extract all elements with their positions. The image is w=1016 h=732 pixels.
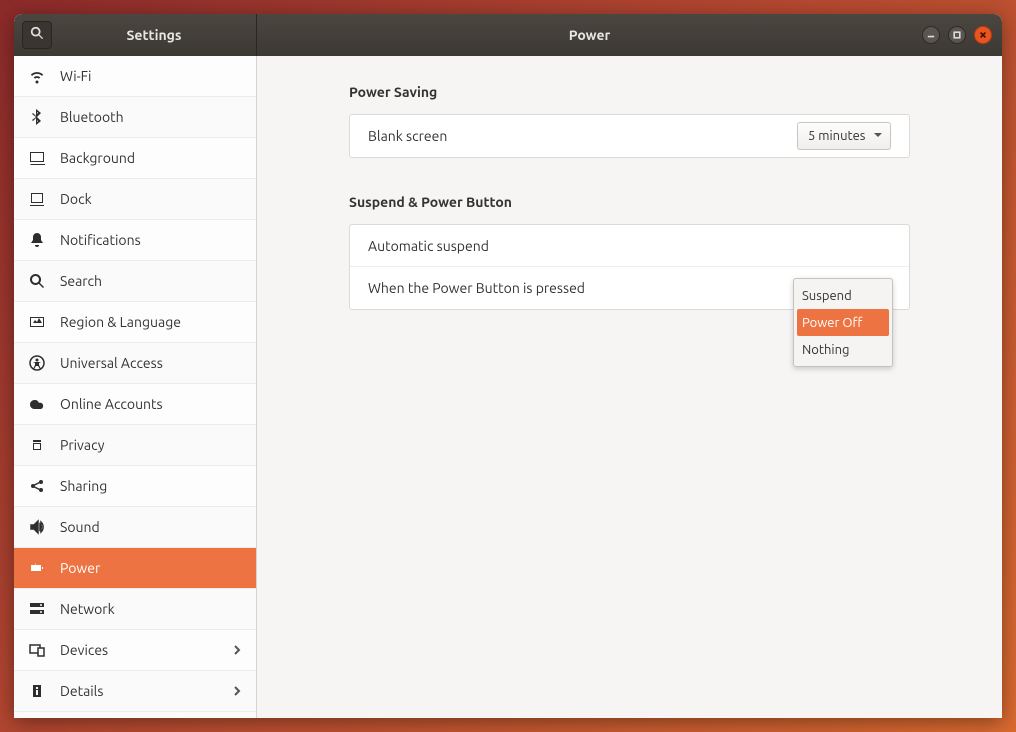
search-icon bbox=[30, 26, 44, 44]
titlebar: Settings Power bbox=[14, 14, 1002, 56]
menu-item-label: Power Off bbox=[802, 316, 862, 330]
battery-icon bbox=[28, 559, 46, 577]
sidebar-item-label: Dock bbox=[60, 191, 92, 207]
minimize-button[interactable] bbox=[922, 26, 940, 44]
background-icon bbox=[28, 149, 46, 167]
blank-screen-dropdown[interactable]: 5 minutes bbox=[797, 122, 891, 150]
chevron-right-icon bbox=[232, 642, 242, 658]
bell-icon bbox=[28, 231, 46, 249]
sidebar-item-network[interactable]: Network bbox=[14, 589, 256, 630]
sidebar-item-bluetooth[interactable]: Bluetooth bbox=[14, 97, 256, 138]
devices-icon bbox=[28, 641, 46, 659]
sidebar: Wi-Fi Bluetooth Background Dock Notifica… bbox=[14, 56, 257, 718]
sidebar-item-label: Bluetooth bbox=[60, 109, 124, 125]
menu-item-label: Suspend bbox=[802, 289, 852, 303]
sidebar-item-label: Universal Access bbox=[60, 355, 163, 371]
accessibility-icon bbox=[28, 354, 46, 372]
sidebar-item-sharing[interactable]: Sharing bbox=[14, 466, 256, 507]
speaker-icon bbox=[28, 518, 46, 536]
share-icon bbox=[28, 477, 46, 495]
row-label: Automatic suspend bbox=[368, 238, 891, 254]
chevron-down-icon bbox=[873, 129, 883, 143]
row-blank-screen[interactable]: Blank screen 5 minutes bbox=[350, 115, 909, 157]
sidebar-item-universal-access[interactable]: Universal Access bbox=[14, 343, 256, 384]
sidebar-item-label: Wi-Fi bbox=[60, 68, 91, 84]
sidebar-item-wifi[interactable]: Wi-Fi bbox=[14, 56, 256, 97]
sidebar-item-label: Region & Language bbox=[60, 314, 181, 330]
titlebar-main-section: Power bbox=[257, 14, 1002, 56]
maximize-button[interactable] bbox=[948, 26, 966, 44]
privacy-icon bbox=[28, 436, 46, 454]
sidebar-item-power[interactable]: Power bbox=[14, 548, 256, 589]
sidebar-item-label: Background bbox=[60, 150, 135, 166]
sidebar-item-background[interactable]: Background bbox=[14, 138, 256, 179]
menu-item-label: Nothing bbox=[802, 343, 849, 357]
sidebar-item-privacy[interactable]: Privacy bbox=[14, 425, 256, 466]
titlebar-sidebar-section: Settings bbox=[14, 14, 257, 56]
bluetooth-icon bbox=[28, 108, 46, 126]
app-title: Settings bbox=[52, 27, 256, 43]
search-button[interactable] bbox=[22, 21, 52, 49]
row-automatic-suspend[interactable]: Automatic suspend bbox=[350, 225, 909, 267]
row-label: Blank screen bbox=[368, 128, 797, 144]
menu-item-power-off[interactable]: Power Off bbox=[797, 309, 889, 336]
sidebar-item-label: Sound bbox=[60, 519, 100, 535]
sidebar-item-sound[interactable]: Sound bbox=[14, 507, 256, 548]
sidebar-item-label: Sharing bbox=[60, 478, 107, 494]
sidebar-item-label: Notifications bbox=[60, 232, 141, 248]
sidebar-item-label: Power bbox=[60, 560, 100, 576]
sidebar-item-region-language[interactable]: Region & Language bbox=[14, 302, 256, 343]
sidebar-item-label: Privacy bbox=[60, 437, 104, 453]
sidebar-item-label: Details bbox=[60, 683, 103, 699]
sidebar-item-search[interactable]: Search bbox=[14, 261, 256, 302]
sidebar-item-online-accounts[interactable]: Online Accounts bbox=[14, 384, 256, 425]
dock-icon bbox=[28, 190, 46, 208]
chevron-right-icon bbox=[232, 683, 242, 699]
globe-icon bbox=[28, 313, 46, 331]
sidebar-item-label: Online Accounts bbox=[60, 396, 163, 412]
close-button[interactable] bbox=[974, 26, 992, 44]
window-controls bbox=[922, 26, 1002, 44]
sidebar-item-label: Search bbox=[60, 273, 102, 289]
network-icon bbox=[28, 600, 46, 618]
section-title-power-saving: Power Saving bbox=[349, 84, 910, 100]
search-icon bbox=[28, 272, 46, 290]
info-icon bbox=[28, 682, 46, 700]
sidebar-item-label: Devices bbox=[60, 642, 108, 658]
panel-power-saving: Blank screen 5 minutes bbox=[349, 114, 910, 158]
settings-window: Settings Power Wi-Fi bbox=[14, 14, 1002, 718]
menu-item-suspend[interactable]: Suspend bbox=[794, 282, 892, 309]
wifi-icon bbox=[28, 67, 46, 85]
sidebar-item-notifications[interactable]: Notifications bbox=[14, 220, 256, 261]
sidebar-item-label: Network bbox=[60, 601, 115, 617]
body-area: Wi-Fi Bluetooth Background Dock Notifica… bbox=[14, 56, 1002, 718]
menu-item-nothing[interactable]: Nothing bbox=[794, 336, 892, 363]
cloud-icon bbox=[28, 395, 46, 413]
section-title-suspend: Suspend & Power Button bbox=[349, 194, 910, 210]
sidebar-item-devices[interactable]: Devices bbox=[14, 630, 256, 671]
power-button-action-menu: Suspend Power Off Nothing bbox=[793, 278, 893, 367]
content-area: Power Saving Blank screen 5 minutes Susp… bbox=[257, 56, 1002, 718]
page-title: Power bbox=[257, 27, 922, 43]
sidebar-item-dock[interactable]: Dock bbox=[14, 179, 256, 220]
dropdown-value: 5 minutes bbox=[808, 129, 865, 143]
sidebar-item-details[interactable]: Details bbox=[14, 671, 256, 712]
